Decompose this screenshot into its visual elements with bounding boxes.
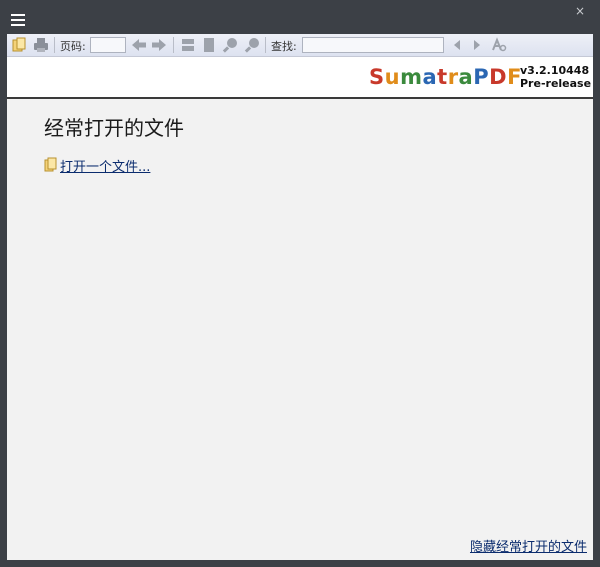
logo-letter: D — [489, 65, 508, 89]
match-case-icon[interactable] — [491, 37, 507, 53]
open-file-icon[interactable] — [44, 157, 57, 176]
version-number: v3.2.10448 — [520, 64, 590, 77]
toolbar-separator — [173, 37, 174, 53]
logo-letter: t — [437, 65, 448, 89]
close-icon[interactable]: × — [573, 4, 587, 18]
open-icon[interactable] — [11, 37, 27, 53]
logo-letter: m — [400, 65, 423, 89]
toolbar: 页码: 查找: — [7, 34, 593, 57]
title-bar: × — [0, 0, 600, 34]
toolbar-separator — [265, 37, 266, 53]
menu-icon[interactable] — [11, 14, 25, 26]
previous-page-icon[interactable] — [131, 37, 147, 53]
fit-width-icon[interactable] — [180, 37, 196, 53]
page-title: 经常打开的文件 — [44, 116, 184, 140]
logo-letter: r — [447, 65, 459, 89]
logo-letter: S — [369, 65, 385, 89]
logo-letter: u — [384, 65, 401, 89]
logo-letter: a — [458, 65, 474, 89]
zoom-out-icon[interactable] — [244, 37, 260, 53]
zoom-in-icon[interactable] — [222, 37, 238, 53]
sumatrapdf-logo: SumatraPDF — [369, 65, 522, 89]
print-icon[interactable] — [33, 37, 49, 53]
hide-frequent-files-link[interactable]: 隐藏经常打开的文件 — [470, 536, 587, 555]
banner: SumatraPDF v3.2.10448 Pre-release — [7, 57, 593, 99]
version-info: v3.2.10448 Pre-release — [520, 64, 591, 90]
app-window: 页码: 查找: SumatraPDF v3.2.10448 Pre-releas… — [7, 34, 593, 560]
fit-page-icon[interactable] — [201, 37, 217, 53]
page-label: 页码: — [60, 40, 86, 53]
open-file-link[interactable]: 打开一个文件... — [60, 156, 150, 175]
find-input[interactable] — [302, 37, 444, 53]
page-input[interactable] — [90, 37, 126, 53]
logo-letter: P — [473, 65, 490, 89]
build-type: Pre-release — [520, 77, 592, 90]
find-next-icon[interactable] — [471, 37, 483, 53]
logo-letter: a — [422, 65, 438, 89]
next-page-icon[interactable] — [151, 37, 167, 53]
find-label: 查找: — [271, 40, 297, 53]
toolbar-separator — [54, 37, 55, 53]
find-previous-icon[interactable] — [451, 37, 463, 53]
